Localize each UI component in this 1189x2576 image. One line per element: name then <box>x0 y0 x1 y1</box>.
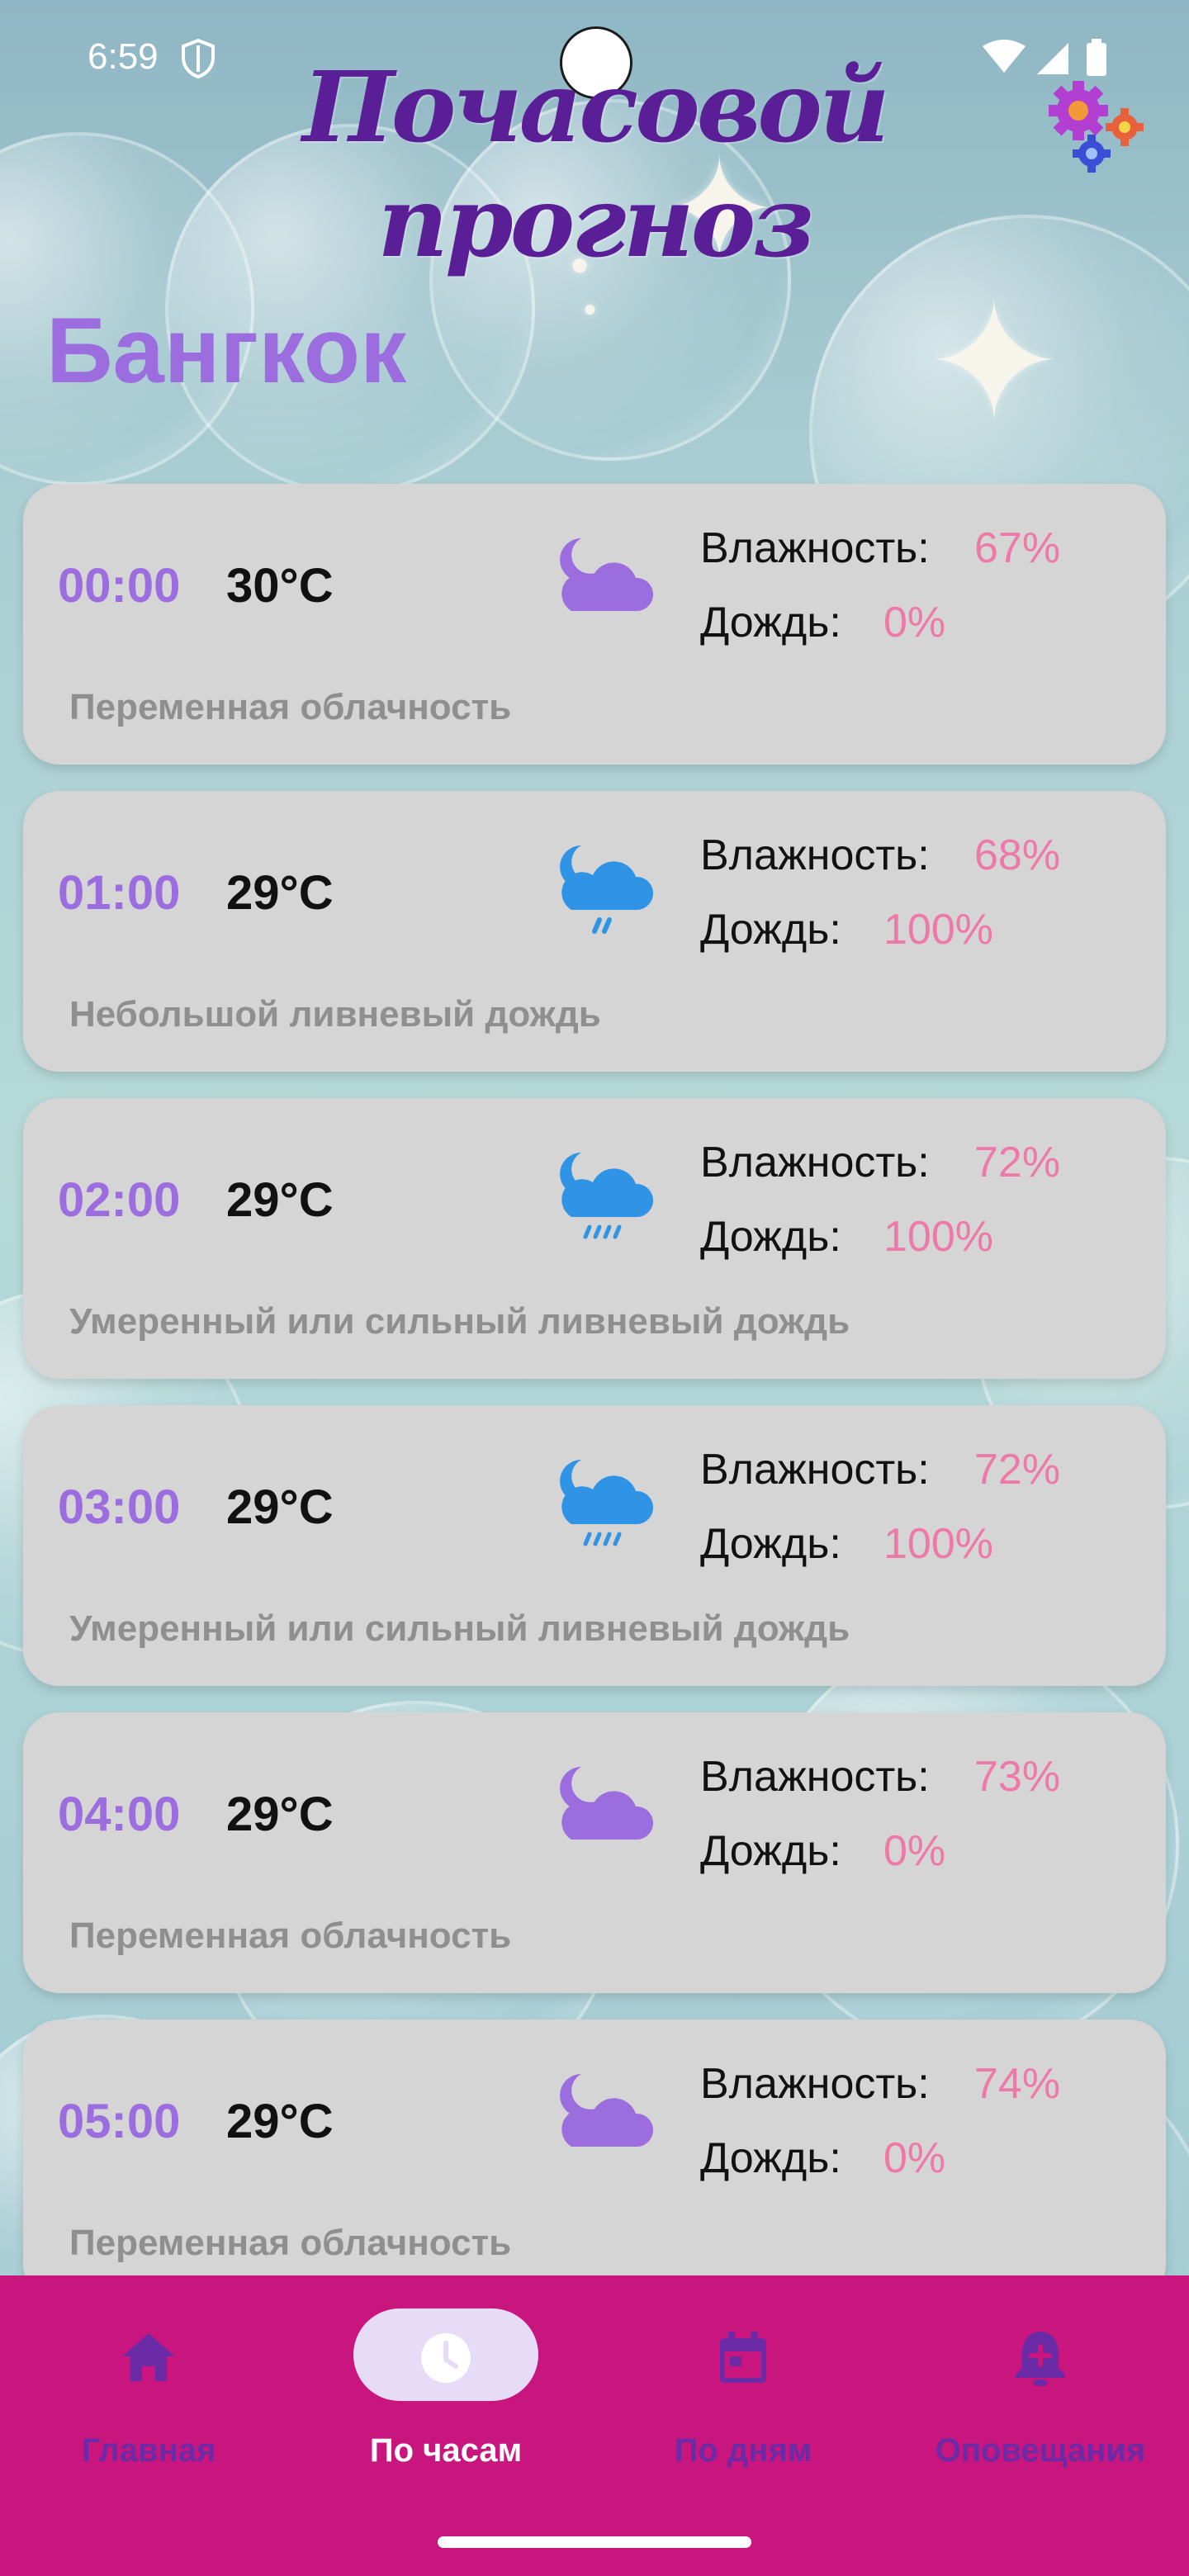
forecast-temperature: 30°C <box>226 559 334 613</box>
forecast-description: Переменная облачность <box>69 687 512 727</box>
moon-cloud-heavy-rain-icon <box>560 1460 654 1546</box>
humidity-value: 73% <box>974 1753 1061 1801</box>
rain-label: Дождь: <box>700 599 841 646</box>
humidity-value: 74% <box>974 2060 1061 2108</box>
nav-item-hourly[interactable]: По часам <box>322 2275 570 2490</box>
humidity-value: 67% <box>974 524 1061 572</box>
humidity-label: Влажность: <box>700 524 930 572</box>
humidity-label: Влажность: <box>700 1446 930 1494</box>
forecast-time: 00:00 <box>58 559 181 613</box>
clock-icon <box>421 2333 471 2383</box>
humidity-label: Влажность: <box>700 2060 930 2108</box>
forecast-time: 04:00 <box>58 1788 181 1841</box>
signal-icon <box>1037 43 1068 74</box>
humidity-label: Влажность: <box>700 1139 930 1186</box>
bottom-navigation: Главная По часам По дням Оповещания <box>0 2275 1189 2576</box>
rain-label: Дождь: <box>700 2134 841 2182</box>
humidity-value: 72% <box>974 1139 1061 1186</box>
forecast-card[interactable]: 00:00 30°C Влажность: 67% Дождь: 0% Пере… <box>23 484 1166 765</box>
forecast-description: Умеренный или сильный ливневый дождь <box>69 1608 850 1649</box>
rain-value: 100% <box>883 1213 993 1261</box>
forecast-temperature: 29°C <box>226 1173 334 1227</box>
forecast-temperature: 29°C <box>226 2095 334 2148</box>
bell-plus-icon <box>1016 2332 1065 2386</box>
forecast-time: 02:00 <box>58 1173 181 1227</box>
nav-item-alerts[interactable]: Оповещания <box>917 2275 1164 2490</box>
forecast-card[interactable]: 03:00 29°C Влажность: 72% Дождь: 100% Ум… <box>23 1405 1166 1686</box>
status-time: 6:59 <box>88 36 159 77</box>
nav-item-home[interactable]: Главная <box>25 2275 272 2490</box>
moon-cloud-light-rain-icon <box>560 845 654 934</box>
calendar-icon <box>720 2332 766 2383</box>
status-icons <box>983 39 1106 76</box>
rain-value: 0% <box>883 599 946 646</box>
forecast-description: Небольшой ливневый дождь <box>69 994 601 1035</box>
forecast-description: Умеренный или сильный ливневый дождь <box>69 1301 850 1342</box>
humidity-value: 72% <box>974 1446 1061 1494</box>
page-title: Почасовой прогноз <box>302 50 890 279</box>
humidity-label: Влажность: <box>700 1753 930 1801</box>
gears-icon <box>1049 81 1144 173</box>
forecast-time: 01:00 <box>58 866 181 920</box>
gesture-bar[interactable] <box>438 2536 751 2548</box>
moon-cloud-icon <box>560 1767 654 1840</box>
forecast-card[interactable]: 05:00 29°C Влажность: 74% Дождь: 0% Пере… <box>23 2020 1166 2300</box>
moon-cloud-icon <box>560 2074 654 2147</box>
forecast-description: Переменная облачность <box>69 1915 512 1956</box>
rain-value: 0% <box>883 2134 946 2182</box>
city-name: Бангкок <box>46 299 407 402</box>
forecast-temperature: 29°C <box>226 1788 334 1841</box>
rain-value: 100% <box>883 1520 993 1568</box>
forecast-temperature: 29°C <box>226 1480 334 1534</box>
forecast-temperature: 29°C <box>226 866 334 920</box>
nav-label: Главная <box>81 2432 216 2469</box>
wifi-icon <box>983 40 1026 73</box>
rain-label: Дождь: <box>700 1213 841 1261</box>
sparkle-decoration: ● <box>583 296 597 321</box>
home-icon <box>122 2333 175 2381</box>
sparkle-decoration: ✦ <box>925 271 1063 455</box>
forecast-time: 03:00 <box>58 1480 181 1534</box>
rain-label: Дождь: <box>700 906 841 954</box>
moon-cloud-icon <box>560 538 654 611</box>
nav-item-daily[interactable]: По дням <box>619 2275 867 2490</box>
forecast-time: 05:00 <box>58 2095 181 2148</box>
moon-cloud-heavy-rain-icon <box>560 1153 654 1239</box>
humidity-value: 68% <box>974 831 1061 879</box>
nav-label: Оповещания <box>935 2432 1146 2469</box>
forecast-card[interactable]: 02:00 29°C Влажность: 72% Дождь: 100% Ум… <box>23 1098 1166 1379</box>
battery-icon <box>1087 39 1106 76</box>
rain-value: 100% <box>883 906 993 954</box>
forecast-description: Переменная облачность <box>69 2223 512 2263</box>
forecast-card[interactable]: 01:00 29°C Влажность: 68% Дождь: 100% Не… <box>23 791 1166 1072</box>
hourly-forecast-screen: ✦ ✦ ✦ ● ● 6:59 Почасовой прогноз <box>0 0 1189 2576</box>
nav-label: По дням <box>674 2432 812 2469</box>
humidity-label: Влажность: <box>700 831 930 879</box>
rain-label: Дождь: <box>700 1827 841 1875</box>
forecast-card[interactable]: 04:00 29°C Влажность: 73% Дождь: 0% Пере… <box>23 1712 1166 1993</box>
nav-label: По часам <box>369 2432 523 2469</box>
settings-button[interactable] <box>1042 79 1149 178</box>
rain-value: 0% <box>883 1827 946 1875</box>
rain-label: Дождь: <box>700 1520 841 1568</box>
